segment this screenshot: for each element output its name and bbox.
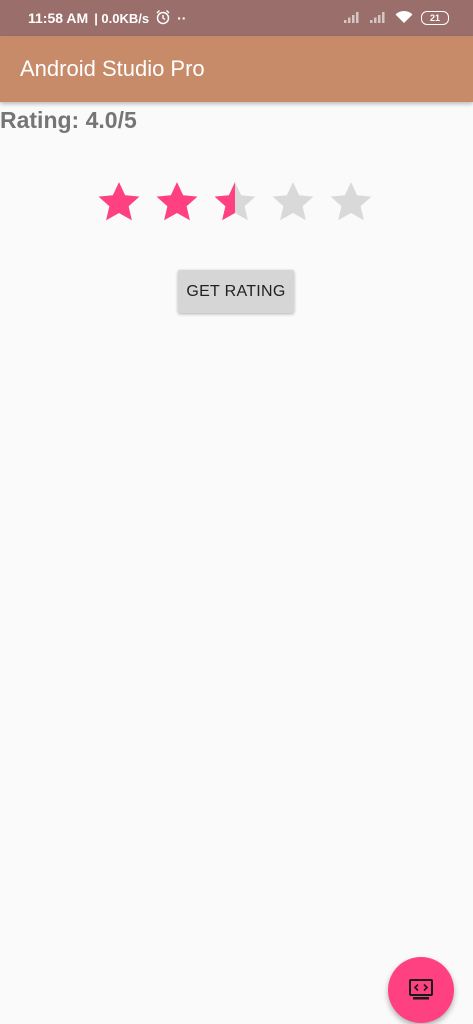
fab-button[interactable] xyxy=(388,957,454,1023)
star-icon[interactable] xyxy=(268,178,318,228)
rating-text: Rating: 4.0/5 xyxy=(0,107,137,133)
star-icon[interactable] xyxy=(326,178,376,228)
status-dots: ·· xyxy=(177,10,187,26)
star-icon[interactable] xyxy=(152,178,202,228)
star-icon[interactable] xyxy=(210,178,260,228)
battery-icon: 21 xyxy=(421,11,449,25)
status-time: 11:58 AM xyxy=(28,10,89,26)
wifi-icon xyxy=(395,10,413,27)
status-bar: 11:58 AM | 0.0KB/s ·· 21 xyxy=(0,0,473,36)
status-left: 11:58 AM | 0.0KB/s ·· xyxy=(28,9,186,28)
star-icon[interactable] xyxy=(94,178,144,228)
app-title: Android Studio Pro xyxy=(20,56,205,81)
screen-code-icon xyxy=(409,979,433,1000)
app-bar: Android Studio Pro xyxy=(0,36,473,102)
status-network-speed: | 0.0KB/s xyxy=(94,10,150,26)
rating-bar[interactable] xyxy=(94,178,376,228)
alarm-icon xyxy=(155,9,171,28)
status-right: 21 xyxy=(343,10,449,27)
signal-icon xyxy=(369,10,387,27)
signal-icon xyxy=(343,10,361,27)
get-rating-button[interactable]: GET RATING xyxy=(178,270,294,313)
